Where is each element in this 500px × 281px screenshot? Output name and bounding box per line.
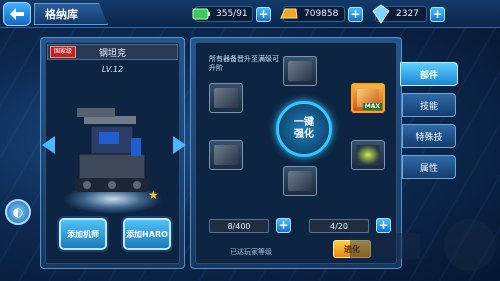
part-slot-3[interactable]: MAX — [351, 83, 385, 113]
haro-icon: ◐ — [12, 205, 24, 219]
crystal-resource: 2327 + — [372, 4, 445, 24]
add-haro-button[interactable]: 添加HARO — [123, 218, 171, 250]
haro-menu-button[interactable]: ◐ — [5, 199, 31, 225]
crystal-add-button[interactable]: + — [430, 6, 445, 22]
page-title: 格纳库 — [34, 3, 108, 25]
upgrade-hint: 所有器备晋升至满级可升阶 — [209, 55, 279, 72]
part-slot-6[interactable] — [283, 166, 317, 196]
enhance-line-2: 强化 — [294, 129, 314, 140]
blade-icon — [214, 145, 238, 165]
unit-name: 钢坦克 — [98, 48, 126, 59]
unit-panel: 国家级 钢坦克 LV.12 ★ 添加机师 添加HARO — [40, 37, 185, 269]
rifle-icon — [288, 61, 312, 81]
gold-bar-icon — [280, 8, 298, 19]
crystal-icon — [372, 4, 390, 24]
back-button[interactable] — [3, 2, 31, 26]
tab-special-skill[interactable]: 特殊技 — [402, 124, 456, 148]
unit-rank-tag: 国家级 — [50, 46, 77, 58]
star-icon: ★ — [148, 188, 159, 202]
watermark-logo — [350, 219, 496, 271]
energy-add-button[interactable]: + — [256, 6, 271, 22]
enhance-line-1: 一键 — [294, 117, 314, 128]
previous-unit-arrow-icon[interactable] — [42, 136, 55, 154]
rank-hint: 已达玩家等级 — [230, 248, 272, 256]
tab-skills[interactable]: 技能 — [402, 93, 456, 117]
energy-resource: 355/91 + — [192, 4, 271, 24]
battery-icon — [192, 8, 210, 20]
top-bar: 格纳库 355/91 + 709858 + 2327 + — [0, 0, 500, 28]
plating-icon — [288, 171, 312, 191]
back-arrow-icon — [10, 8, 24, 20]
material-count: 8/400 — [227, 221, 251, 231]
gold-add-button[interactable]: + — [348, 6, 363, 22]
sensor-icon — [356, 145, 380, 165]
part-slot-5[interactable] — [351, 140, 385, 170]
gold-resource: 709858 + — [280, 4, 363, 24]
unit-level: LV.12 — [101, 65, 124, 74]
armor-icon — [214, 88, 238, 108]
unit-name-bar: 国家级 钢坦克 — [47, 44, 178, 60]
next-unit-arrow-icon[interactable] — [173, 136, 186, 154]
max-badge: MAX — [362, 103, 382, 110]
tank-model — [75, 108, 149, 192]
part-slot-2[interactable] — [209, 83, 243, 113]
tab-attributes[interactable]: 属性 — [402, 155, 456, 179]
material-counter: 8/400 — [209, 219, 269, 233]
material-add-button[interactable]: + — [276, 218, 291, 233]
one-click-enhance-button[interactable]: 一键 强化 — [276, 101, 332, 157]
add-pilot-button[interactable]: 添加机师 — [59, 218, 107, 250]
tab-parts[interactable]: 部件 — [400, 62, 458, 86]
part-slot-1[interactable] — [283, 56, 317, 86]
part-slot-4[interactable] — [209, 140, 243, 170]
